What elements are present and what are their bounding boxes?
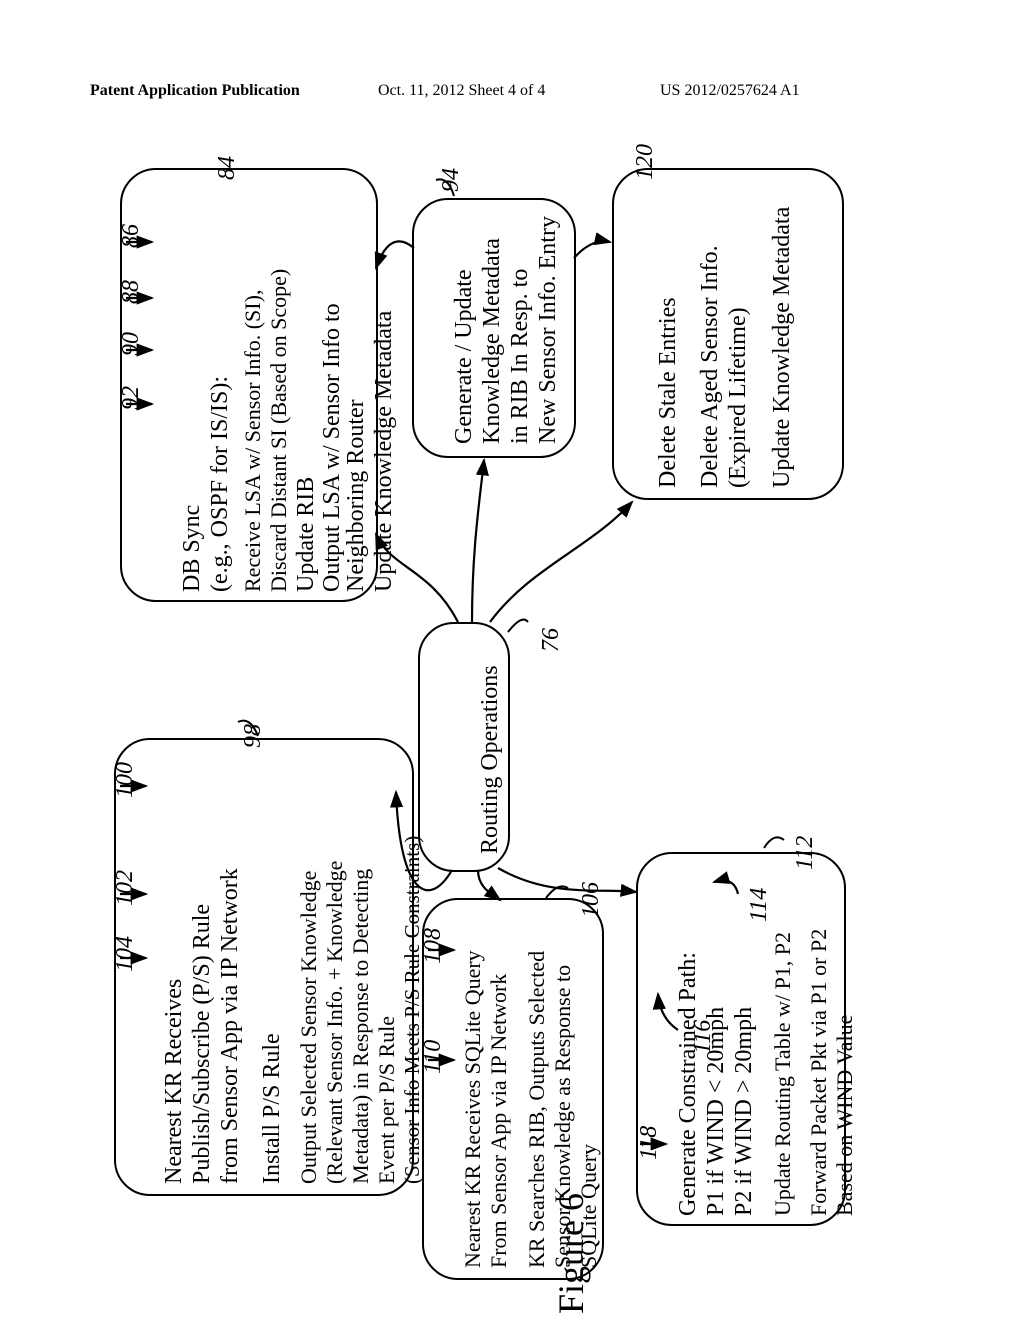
box112-line1: Generate Constrained Path: xyxy=(674,952,702,1216)
box94-line4: New Sensor Info. Entry xyxy=(534,216,562,444)
ref-90: 90 xyxy=(118,332,145,356)
box98-line5: Output Selected Sensor Knowledge xyxy=(296,871,322,1184)
box84-line4: Discard Distant SI (Based on Scope) xyxy=(266,269,292,592)
box94-line2: Knowledge Metadata xyxy=(478,238,506,444)
box112-line5: Forward Packet Pkt via P1 or P2 xyxy=(806,929,832,1216)
ref-112: 112 xyxy=(792,836,819,870)
ref-86: 86 xyxy=(118,224,145,248)
box98-line6: (Relevant Sensor Info. + Knowledge xyxy=(322,861,348,1184)
box98-line4: Install P/S Rule xyxy=(258,1033,286,1184)
box94-line1: Generate / Update xyxy=(450,269,478,444)
box98-line1: Nearest KR Receives xyxy=(160,979,188,1184)
page-header: Patent Application Publication Oct. 11, … xyxy=(0,82,1024,102)
box120-line2: Delete Aged Sensor Info. xyxy=(696,245,724,488)
figure-6-diagram: DB Sync (e.g., OSPF for IS/IS): Receive … xyxy=(80,168,942,1218)
ref-106: 106 xyxy=(578,882,605,918)
box84-line1: DB Sync xyxy=(178,505,206,592)
ref-120: 120 xyxy=(632,144,659,180)
ref-98: 98 xyxy=(240,724,267,748)
ref-104: 104 xyxy=(112,936,139,972)
ref-88: 88 xyxy=(118,280,145,304)
header-left: Patent Application Publication xyxy=(90,82,300,100)
box84-line8: Update Knowledge Metadata xyxy=(370,311,398,592)
box98-line8: Event per P/S Rule xyxy=(374,1016,400,1184)
figure-caption: Figure 6 xyxy=(550,1193,592,1314)
box106-line2: From Sensor App via IP Network xyxy=(486,974,512,1268)
box112-line3: P2 if WIND > 20mph xyxy=(730,1007,758,1216)
box84-line3: Receive LSA w/ Sensor Info. (SI), xyxy=(240,290,266,592)
box120-line1: Delete Stale Entries xyxy=(654,297,682,488)
ref-100: 100 xyxy=(112,762,139,798)
routing-operations-label: Routing Operations xyxy=(476,665,504,854)
box106-line1: Nearest KR Receives SQLite Query xyxy=(460,950,486,1268)
box98-line2: Publish/Subscribe (P/S) Rule xyxy=(188,904,216,1184)
box106-line3: KR Searches RIB, Outputs Selected xyxy=(524,951,550,1268)
box98-line9: (Sensor Info Meets P/S Rule Constraints) xyxy=(400,836,425,1184)
header-center: Oct. 11, 2012 Sheet 4 of 4 xyxy=(378,82,545,100)
box98-line3: from Sensor App via IP Network xyxy=(216,868,244,1184)
box84-line5: Update RIB xyxy=(292,477,320,592)
ref-76: 76 xyxy=(538,628,565,652)
box112-line4: Update Routing Table w/ P1, P2 xyxy=(770,932,796,1216)
ref-102: 102 xyxy=(112,870,139,906)
box94-line3: in RIB In Resp. to xyxy=(506,269,534,444)
box84-line2: (e.g., OSPF for IS/IS): xyxy=(206,376,234,592)
ref-94: 94 xyxy=(438,168,465,192)
header-right: US 2012/0257624 A1 xyxy=(660,82,800,100)
ref-118: 118 xyxy=(636,1126,663,1160)
box112-line6: Based on WIND Value xyxy=(832,1015,858,1216)
box98-line7: Metadata) in Response to Detecting xyxy=(348,869,374,1184)
ref-110: 110 xyxy=(420,1040,447,1074)
box84-line7: Neighboring Router xyxy=(342,399,370,592)
ref-108: 108 xyxy=(420,928,447,964)
box120-line3: (Expired Lifetime) xyxy=(724,307,752,488)
ref-116: 116 xyxy=(690,1020,717,1054)
ref-92: 92 xyxy=(118,386,145,410)
ref-114: 114 xyxy=(746,888,773,922)
box120-line4: Update Knowledge Metadata xyxy=(768,207,796,488)
ref-84: 84 xyxy=(214,156,241,180)
